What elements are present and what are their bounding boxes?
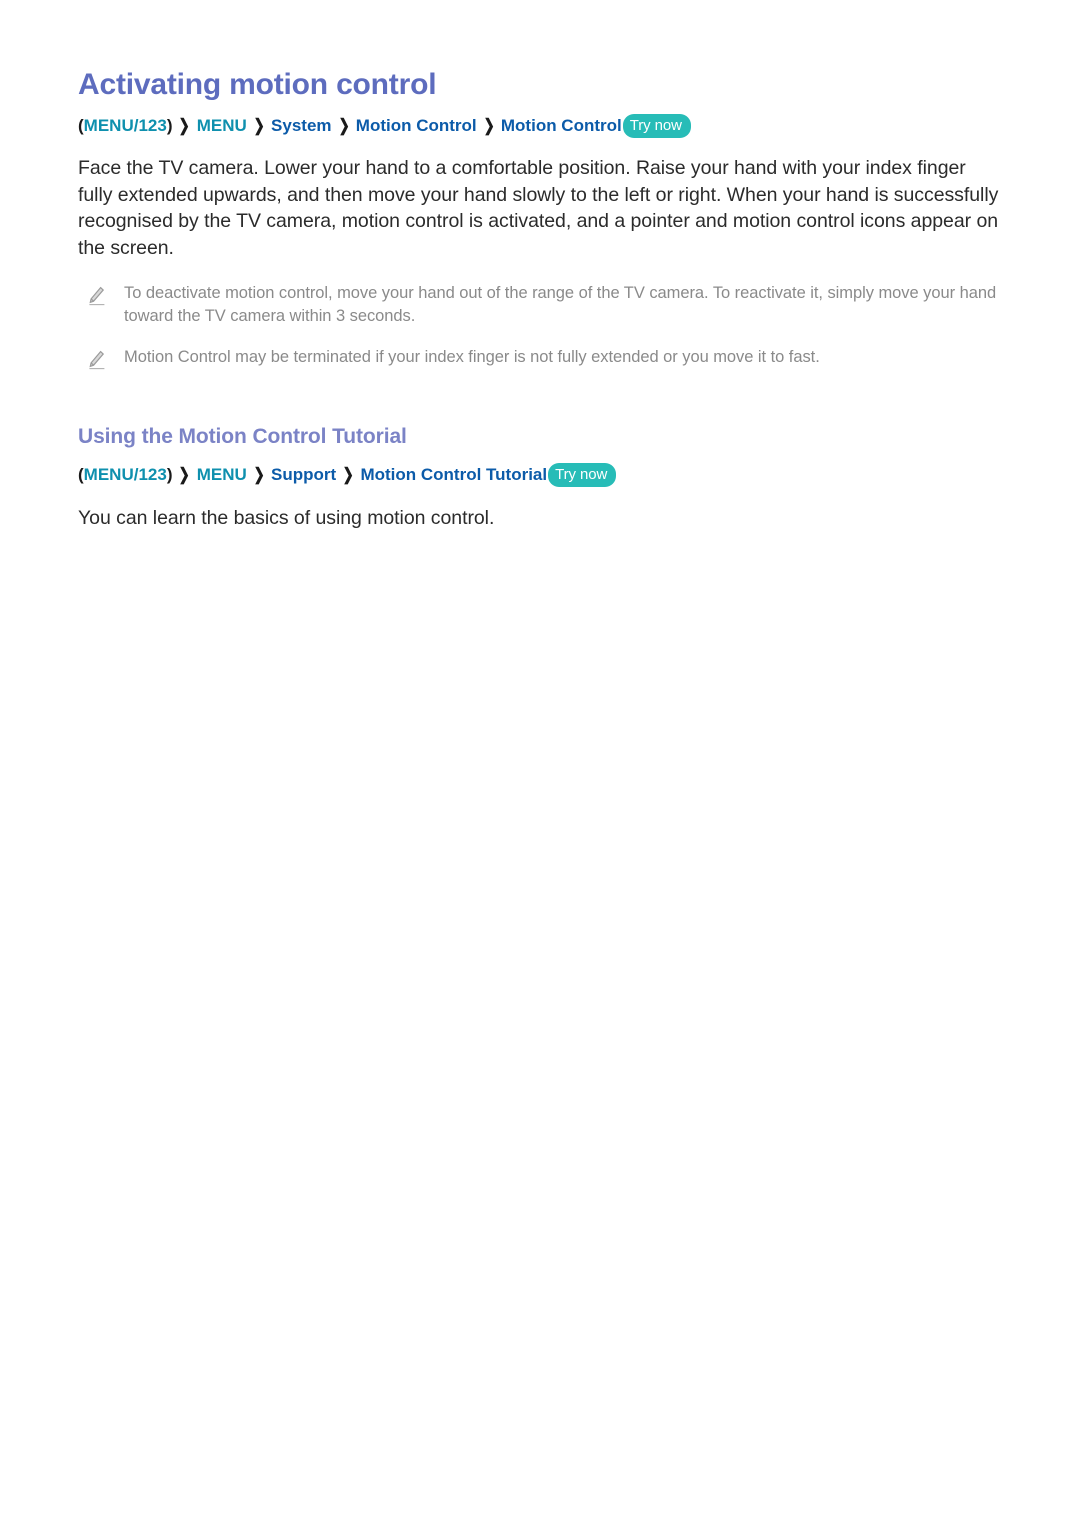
note-text: Motion Control may be terminated if your… (124, 348, 820, 366)
motion-control-tutorial-paragraph: You can learn the basics of using motion… (78, 507, 495, 529)
note-list: To deactivate motion control, move your … (78, 261, 1002, 371)
breadcrumb-item-motion-control[interactable]: Motion Control (356, 116, 477, 135)
breadcrumb-item-motion-control-leaf[interactable]: Motion Control (501, 116, 622, 135)
breadcrumb-item-motion-control-tutorial[interactable]: Motion Control Tutorial (360, 465, 547, 484)
page-title: Activating motion control (78, 68, 437, 101)
breadcrumb-path-tutorial: (MENU/123) ❯ MENU ❯ Support ❯ Motion Control T… (78, 451, 1002, 488)
breadcrumb-close-paren: ) (166, 465, 173, 484)
breadcrumb-item-support[interactable]: Support (271, 465, 336, 484)
breadcrumb-separator-icon: ❯ (253, 116, 265, 135)
breadcrumb-separator-icon: ❯ (342, 465, 354, 484)
pencil-icon (86, 285, 108, 307)
breadcrumb-separator-icon: ❯ (253, 465, 265, 484)
breadcrumb-separator-icon: ❯ (179, 465, 191, 484)
note-item: Motion Control may be terminated if your… (78, 328, 1002, 371)
breadcrumb-item-menu[interactable]: MENU (197, 465, 247, 484)
breadcrumb-item-menu123[interactable]: MENU/123 (84, 465, 167, 484)
breadcrumb-separator-icon: ❯ (483, 116, 495, 135)
page-root: Activating motion control (MENU/123) ❯ MEN… (0, 0, 1080, 1527)
breadcrumb-item-system[interactable]: System (271, 116, 331, 135)
pencil-icon (86, 349, 108, 371)
try-now-badge[interactable]: Try now (548, 463, 617, 487)
note-text: To deactivate motion control, move your … (124, 284, 997, 325)
try-now-badge[interactable]: Try now (622, 114, 691, 138)
breadcrumb-item-menu123[interactable]: MENU/123 (84, 116, 167, 135)
note-item: To deactivate motion control, move your … (78, 282, 1002, 328)
breadcrumb-path-activating: (MENU/123) ❯ MENU ❯ System ❯ Motion Control ❯ Mo… (78, 104, 1002, 139)
breadcrumb-close-paren: ) (166, 116, 173, 135)
breadcrumb-item-menu[interactable]: MENU (197, 116, 247, 135)
section-title-motion-control-tutorial: Using the Motion Control Tutorial (78, 425, 407, 448)
activating-motion-control-paragraph: Face the TV camera. Lower your hand to a… (78, 157, 999, 259)
breadcrumb-separator-icon: ❯ (338, 116, 350, 135)
breadcrumb-separator-icon: ❯ (179, 116, 191, 135)
